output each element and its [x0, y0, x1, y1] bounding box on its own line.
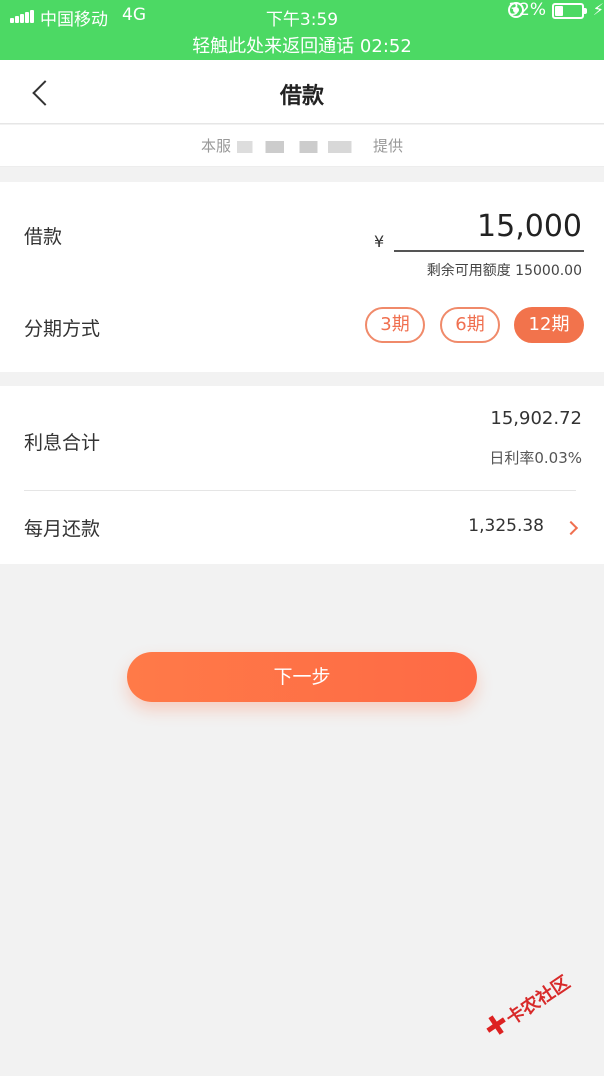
interest-card: 利息合计 15,902.72 日利率0.03% 每月还款 1,325.38: [0, 386, 604, 564]
loan-amount-label: 借款: [24, 226, 63, 248]
battery-percent: 32%: [508, 0, 546, 20]
status-row: 中国移动 4G 下午3:59 32% ⚡: [0, 0, 604, 30]
installment-label: 分期方式: [24, 318, 101, 340]
status-bar: 中国移动 4G 下午3:59 32% ⚡ 轻触此处来返回通话 02:52: [0, 0, 604, 60]
provider-prefix: 本服: [200, 137, 231, 155]
watermark-text: 卡农社区: [502, 972, 574, 1030]
charging-icon: ⚡: [592, 0, 604, 19]
chevron-right-icon[interactable]: [566, 520, 580, 536]
monthly-payment-value[interactable]: 1,325.38: [468, 516, 544, 536]
currency-symbol: ¥: [374, 232, 385, 251]
return-to-call-banner[interactable]: 轻触此处来返回通话 02:52: [0, 32, 604, 58]
interest-total-label: 利息合计: [24, 432, 101, 454]
divider: [24, 490, 576, 491]
page-title: 借款: [279, 84, 324, 109]
interest-total-value: 15,902.72: [490, 408, 582, 429]
remaining-credit: 剩余可用额度 15000.00: [426, 263, 582, 279]
next-button[interactable]: 下一步: [127, 652, 477, 702]
period-12-button[interactable]: 12期: [514, 307, 584, 343]
period-6-button[interactable]: 6期: [440, 307, 500, 343]
redacted-provider-name: [237, 140, 367, 153]
period-3-button[interactable]: 3期: [365, 307, 425, 343]
loan-card: 借款 ¥ 剩余可用额度 15000.00 分期方式 3期 6期 12期: [0, 182, 604, 372]
nav-bar: 借款: [0, 60, 604, 124]
provider-suffix: 提供: [373, 137, 404, 155]
provider-line: 本服 提供: [0, 125, 604, 167]
battery-icon: [552, 3, 587, 19]
watermark-logo-icon: [483, 1013, 508, 1038]
monthly-payment-label[interactable]: 每月还款: [24, 514, 100, 541]
daily-rate: 日利率0.03%: [489, 449, 582, 467]
watermark: 卡农社区: [472, 958, 583, 1055]
loan-amount-input[interactable]: [394, 202, 584, 252]
